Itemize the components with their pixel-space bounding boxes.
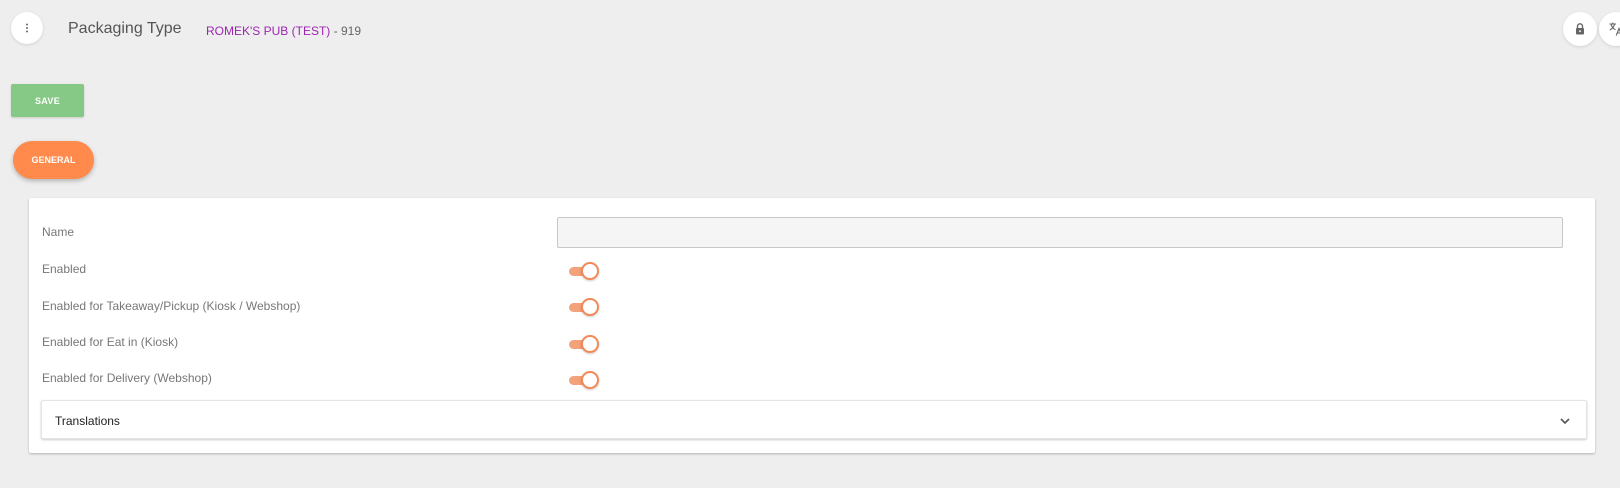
toggle-knob xyxy=(581,371,599,389)
translations-expander[interactable]: Translations xyxy=(41,400,1587,439)
toggle-knob xyxy=(581,335,599,353)
lock-icon xyxy=(1576,23,1584,35)
enabled-eat-in-label: Enabled for Eat in (Kiosk) xyxy=(42,335,179,349)
enabled-takeaway-toggle[interactable] xyxy=(567,298,599,316)
enabled-delivery-label: Enabled for Delivery (Webshop) xyxy=(42,371,212,385)
enabled-toggle[interactable] xyxy=(567,262,599,280)
general-form-card: Name Enabled Enabled for Takeaway/Pickup… xyxy=(29,198,1595,453)
enabled-takeaway-label: Enabled for Takeaway/Pickup (Kiosk / Web… xyxy=(42,299,301,313)
tab-general[interactable]: GENERAL xyxy=(13,141,94,179)
name-input[interactable] xyxy=(557,217,1563,248)
enabled-eat-in-toggle[interactable] xyxy=(567,335,599,353)
organization-id: - 919 xyxy=(330,24,361,38)
organization-name: ROMEK'S PUB (TEST) xyxy=(206,24,331,38)
translate-icon xyxy=(1609,22,1620,36)
save-button[interactable]: SAVE xyxy=(11,84,84,117)
menu-button[interactable] xyxy=(11,12,43,44)
name-label: Name xyxy=(42,225,75,239)
enabled-delivery-toggle[interactable] xyxy=(567,371,599,389)
translations-label: Translations xyxy=(55,414,120,428)
page-title: Packaging Type xyxy=(68,20,182,37)
translate-button[interactable] xyxy=(1599,12,1620,46)
organization-label: ROMEK'S PUB (TEST) - 919 xyxy=(206,24,361,38)
enabled-label: Enabled xyxy=(42,262,87,276)
chevron-down-icon xyxy=(1560,418,1570,425)
toggle-knob xyxy=(581,262,599,280)
toggle-knob xyxy=(581,298,599,316)
lock-button[interactable] xyxy=(1563,12,1597,46)
more-vertical-icon xyxy=(26,23,28,33)
